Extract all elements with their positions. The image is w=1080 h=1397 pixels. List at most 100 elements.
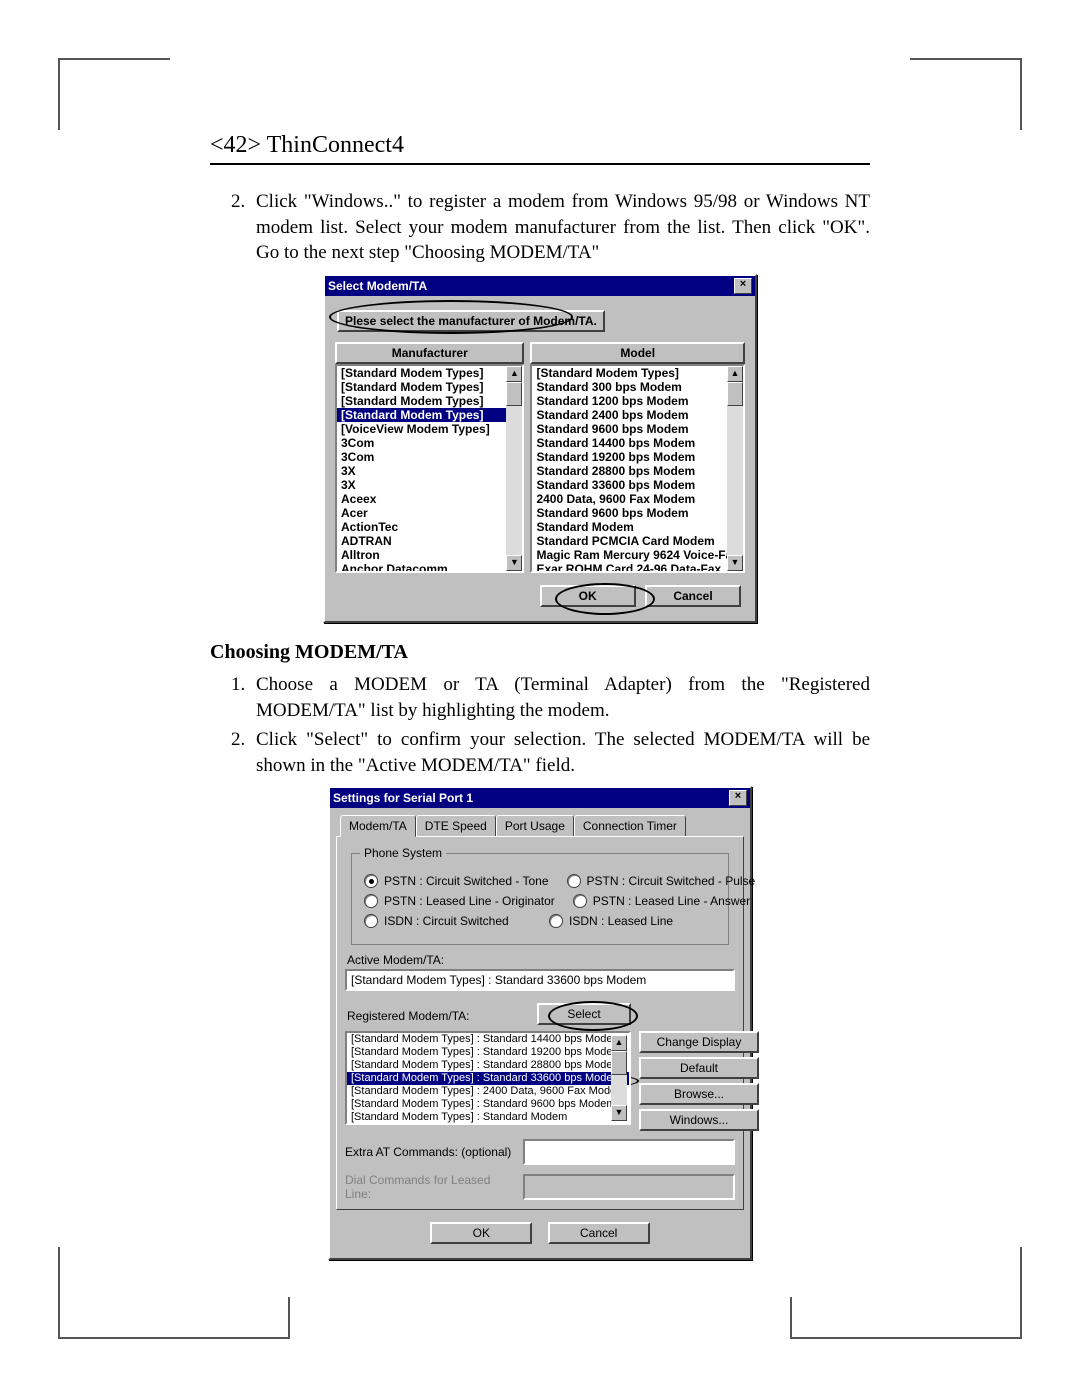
list-item[interactable]: Standard 33600 bps Modem [532,478,743,492]
scroll-up-icon[interactable]: ▲ [611,1035,627,1051]
list-item[interactable]: Standard 1200 bps Modem [532,394,743,408]
list-item[interactable]: [Standard Modem Types] : 2400 Data, 9600… [347,1085,629,1098]
radio-label: PSTN : Circuit Switched - Tone [384,874,549,888]
scroll-down-icon[interactable]: ▼ [506,555,522,571]
list-item[interactable]: Standard 9600 bps Modem [532,422,743,436]
radio-label: PSTN : Circuit Switched - Pulse [587,874,756,888]
tab-port-usage[interactable]: Port Usage [496,815,574,837]
scroll-up-icon[interactable]: ▲ [727,366,743,382]
manufacturer-header: Manufacturer [335,342,524,364]
serial-port-settings-dialog: Settings for Serial Port 1 × Modem/TADTE… [328,786,752,1260]
list-item[interactable]: [Standard Modem Types] [337,380,522,394]
dial-commands-input [523,1174,735,1200]
model-listbox[interactable]: [Standard Modem Types]Standard 300 bps M… [530,364,745,573]
radio-icon [364,894,378,908]
list-item[interactable]: Acer [337,506,522,520]
cancel-button[interactable]: Cancel [645,585,741,607]
radio-icon [364,874,378,888]
tab-connection-timer[interactable]: Connection Timer [574,815,686,837]
radio-icon [573,894,587,908]
dialog2-titlebar[interactable]: Settings for Serial Port 1 × [330,788,750,808]
list-item[interactable]: Standard 19200 bps Modem [532,450,743,464]
list-item[interactable]: Standard 2400 bps Modem [532,408,743,422]
registered-modem-label: Registered Modem/TA: [347,1009,527,1023]
list-item[interactable]: [Standard Modem Types] : Standard 14400 … [347,1033,629,1046]
list-item[interactable]: Aceex [337,492,522,506]
radio-icon [549,914,563,928]
list-item[interactable]: Anchor Datacomm [337,562,522,573]
scroll-down-icon[interactable]: ▼ [611,1105,627,1121]
scroll-up-icon[interactable]: ▲ [506,366,522,382]
dialog1-titlebar[interactable]: Select Modem/TA × [325,276,755,296]
list-item[interactable]: 2400 Data, 9600 Fax Modem [532,492,743,506]
model-scrollbar[interactable]: ▲ ▼ [727,366,743,571]
list-item[interactable]: [Standard Modem Types] : Standard 19200 … [347,1046,629,1059]
list-item[interactable]: ADTRAN [337,534,522,548]
list-item[interactable]: [Standard Modem Types] : Standard Modem [347,1111,629,1124]
radio-option[interactable]: PSTN : Leased Line - Originator [364,894,555,908]
ok-button[interactable]: OK [540,585,636,607]
select-button[interactable]: Select [537,1003,631,1025]
change-display-button[interactable]: Change Display [639,1031,759,1053]
radio-option[interactable]: PSTN : Leased Line - Answer [573,894,750,908]
model-header: Model [530,342,745,364]
list-item[interactable]: [Standard Modem Types] : Standard 28800 … [347,1059,629,1072]
list-item[interactable]: 3Com [337,450,522,464]
tab-modem-ta[interactable]: Modem/TA [340,815,416,837]
extra-at-label: Extra AT Commands: (optional) [345,1145,515,1159]
radio-option[interactable]: PSTN : Circuit Switched - Pulse [567,874,756,888]
radio-icon [567,874,581,888]
choosing-steps: Choose a MODEM or TA (Terminal Adapter) … [210,672,870,779]
extra-at-input[interactable] [523,1139,735,1165]
list-item[interactable]: Magic Ram Mercury 9624 Voice-Fax [532,548,743,562]
list-item[interactable]: Standard 300 bps Modem [532,380,743,394]
list-item[interactable]: [Standard Modem Types] [532,366,743,380]
active-modem-field: [Standard Modem Types] : Standard 33600 … [345,969,735,991]
list-item[interactable]: 3X [337,464,522,478]
list-item[interactable]: Standard 28800 bps Modem [532,464,743,478]
close-icon[interactable]: × [734,278,752,294]
cancel-button[interactable]: Cancel [548,1222,650,1244]
browse-button[interactable]: Browse... [639,1083,759,1105]
default-button[interactable]: Default [639,1057,759,1079]
ok-button[interactable]: OK [430,1222,532,1244]
dialog2-title: Settings for Serial Port 1 [333,791,473,805]
list-item[interactable]: [VoiceView Modem Types] [337,422,522,436]
radio-option[interactable]: ISDN : Leased Line [549,914,716,928]
radio-label: ISDN : Leased Line [569,914,673,928]
close-icon[interactable]: × [729,790,747,806]
manufacturer-listbox[interactable]: [Standard Modem Types][Standard Modem Ty… [335,364,524,573]
list-item[interactable]: [Standard Modem Types] [337,394,522,408]
list-item[interactable]: [Standard Modem Types] [337,408,522,422]
list-item[interactable]: Alltron [337,548,522,562]
list-item[interactable]: Standard PCMCIA Card Modem [532,534,743,548]
scroll-thumb[interactable] [727,382,743,406]
scroll-thumb[interactable] [506,382,522,406]
list-item[interactable]: [Standard Modem Types] : Standard 9600 b… [347,1098,629,1111]
windows-button[interactable]: Windows... [639,1109,759,1131]
tab-dte-speed[interactable]: DTE Speed [416,815,496,837]
radio-option[interactable]: PSTN : Circuit Switched - Tone [364,874,549,888]
phone-system-legend: Phone System [360,846,446,860]
list-item[interactable]: Standard 14400 bps Modem [532,436,743,450]
select-modem-dialog: Select Modem/TA × Plese select the manuf… [323,274,757,623]
choosing-step-2: Click "Select" to confirm your selection… [250,727,870,778]
list-item[interactable]: [Standard Modem Types] : Standard 33600 … [347,1072,629,1085]
list-item[interactable]: Standard 9600 bps Modem [532,506,743,520]
list-item[interactable]: ActionTec [337,520,522,534]
list-item[interactable]: 3Com [337,436,522,450]
page-header: <42> ThinConnect4 [210,132,870,165]
registered-scrollbar[interactable]: ▲ ▼ [611,1035,627,1121]
choosing-step-1: Choose a MODEM or TA (Terminal Adapter) … [250,672,870,723]
dialog1-title: Select Modem/TA [328,279,427,293]
registered-modem-listbox[interactable]: [Standard Modem Types] : Standard 14400 … [345,1031,631,1125]
list-item[interactable]: 3X [337,478,522,492]
manufacturer-scrollbar[interactable]: ▲ ▼ [506,366,522,571]
list-item[interactable]: [Standard Modem Types] [337,366,522,380]
list-item[interactable]: Standard Modem [532,520,743,534]
list-item[interactable]: Exar ROHM Card 24-96 Data-Fax [532,562,743,573]
radio-option[interactable]: ISDN : Circuit Switched [364,914,531,928]
radio-label: PSTN : Leased Line - Originator [384,894,555,908]
scroll-thumb[interactable] [611,1051,627,1075]
scroll-down-icon[interactable]: ▼ [727,555,743,571]
